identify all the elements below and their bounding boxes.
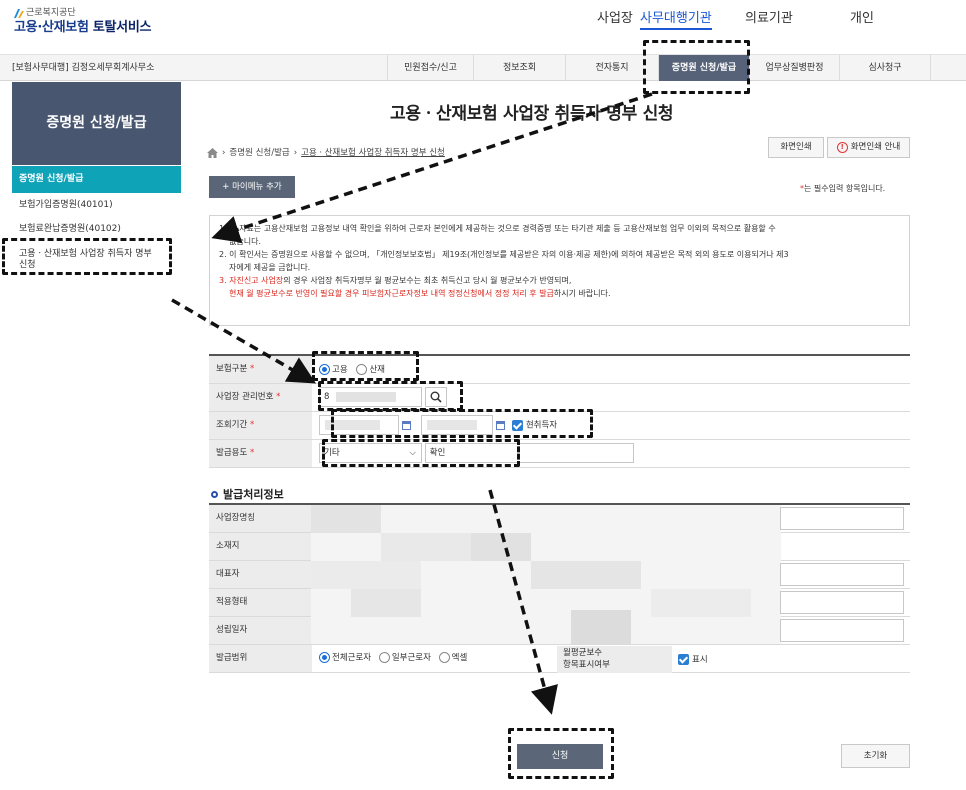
notice-line-2: 2. 이 확인서는 증명원으로 사용할 수 없으며, 「개인정보보호법」 제19… <box>219 250 789 259</box>
breadcrumb-sep-icon: › <box>222 148 226 158</box>
reset-button[interactable]: 초기화 <box>841 744 910 768</box>
gnb-item-disease[interactable]: 업무상질병판정 <box>749 55 839 81</box>
issue-label-scope: 발급범위 <box>209 644 312 673</box>
issue-label-rep: 대표자 <box>209 560 312 589</box>
insurance-type-label: 보험구분 * <box>209 355 312 384</box>
issue-label-address: 소재지 <box>209 532 312 561</box>
radio-scope-all[interactable] <box>319 652 330 664</box>
highlight-apply <box>508 728 614 779</box>
breadcrumb-sep-icon: › <box>293 148 298 158</box>
breadcrumb: › 증명원 신청/발급 › 고용ㆍ산재보험 사업장 취득자 명부 신청 <box>207 148 445 159</box>
notice-line-4-red: 현재 월 평균보수로 반영이 필요할 경우 피보험자근로자정보 내역 정정신청에… <box>229 289 554 298</box>
breadcrumb-item[interactable]: 증명원 신청/발급 <box>229 148 289 158</box>
issue-input-type[interactable] <box>780 591 904 614</box>
service-name-a: 고용·산재보험 <box>14 19 89 35</box>
avg-pay-checkbox[interactable] <box>678 654 689 665</box>
alert-icon: ! <box>836 142 848 153</box>
notice-line-1b: 없습니다. <box>229 237 261 246</box>
issue-input-date[interactable] <box>780 619 904 642</box>
sidebar-item-payment-cert[interactable]: 보험료완납증명원(40102) <box>12 224 181 235</box>
required-note: *는 필수입력 항목입니다. <box>800 184 885 194</box>
notice-line-3-rest: 의 경우 사업장 취득자명부 월 평균보수는 최초 취득신고 당시 월 평균보수… <box>283 276 572 285</box>
issue-input-rep[interactable] <box>780 563 904 586</box>
bullet-icon <box>211 491 218 499</box>
issue-label-name: 사업장명칭 <box>209 504 312 533</box>
breadcrumb-current: 고용ㆍ산재보험 사업장 취득자 명부 신청 <box>301 148 445 158</box>
issue-label-date: 성립일자 <box>209 616 312 645</box>
highlight-purpose <box>322 439 520 467</box>
sidebar-title: 증명원 신청/발급 <box>12 82 181 165</box>
notice-line-1: 1. 본 자료는 고용산재보험 고용정보 내역 확인을 위하여 근로자 본인에게… <box>219 224 776 233</box>
highlight-gnb-certificate <box>643 40 750 94</box>
radio-scope-all-label: 전체근로자 <box>332 653 372 664</box>
office-name: [보험사무대행] 김정오세무회계사무소 <box>12 63 155 73</box>
period-label: 조회기간 * <box>209 411 312 440</box>
radio-scope-excel[interactable] <box>438 652 450 664</box>
required-note-text: 는 필수입력 항목입니다. <box>804 184 886 193</box>
site-logo[interactable]: 근로복지공단 고용·산재보험 토탈서비스 <box>14 8 151 35</box>
highlight-insurance-type <box>312 351 419 381</box>
global-menu-bar: [보험사무대행] 김정오세무회계사무소 민원접수/신고 정보조회 전자통지 증명… <box>0 54 966 81</box>
top-nav-personal[interactable]: 개인 <box>850 11 874 27</box>
radio-scope-partial[interactable] <box>378 652 390 664</box>
print-button[interactable]: 화면인쇄 <box>768 137 824 158</box>
avg-pay-display: 표시 <box>678 654 708 665</box>
add-my-menu-button[interactable]: + 마이메뉴 추가 <box>209 176 295 198</box>
page-title: 고용ㆍ산재보험 사업장 취득자 명부 신청 <box>390 104 674 124</box>
top-nav-business[interactable]: 사업장 <box>597 11 633 27</box>
notice-line-2b: 자에게 제공을 금합니다. <box>229 263 311 272</box>
home-icon[interactable] <box>207 148 218 159</box>
notice-line-3-num: 3. <box>219 276 227 285</box>
issue-info-title: 발급처리정보 <box>211 488 284 501</box>
top-nav-medical[interactable]: 의료기관 <box>745 11 793 27</box>
agency-name: 근로복지공단 <box>26 8 76 18</box>
agency-logo-icon <box>14 8 24 18</box>
highlight-sidebar-acquirer <box>2 238 172 275</box>
highlight-biz-no <box>318 381 463 411</box>
biz-no-label: 사업장 관리번호 * <box>209 383 312 412</box>
print-guide-label: 화면인쇄 안내 <box>850 142 901 153</box>
service-name-b: 토탈서비스 <box>92 19 152 35</box>
gnb-item-info[interactable]: 정보조회 <box>473 55 565 81</box>
top-nav-agency[interactable]: 사무대행기관 <box>640 11 712 30</box>
gnb-item-complaint[interactable]: 민원접수/신고 <box>387 55 473 81</box>
sidebar-item-current[interactable]: 증명원 신청/발급 <box>12 166 181 193</box>
notice-line-3-red: 자진신고 사업장 <box>229 276 284 285</box>
notice-box: 1. 본 자료는 고용산재보험 고용정보 내역 확인을 위하여 근로자 본인에게… <box>209 215 910 326</box>
gnb-item-review[interactable]: 심사청구 <box>839 55 931 81</box>
highlight-period <box>331 409 593 438</box>
print-guide-button[interactable]: ! 화면인쇄 안내 <box>827 137 910 158</box>
radio-scope-excel-label: 엑셀 <box>451 653 468 664</box>
sidebar-item-insurance-cert[interactable]: 보험가입증명원(40101) <box>12 200 181 211</box>
purpose-label: 발급용도 * <box>209 439 312 468</box>
issue-label-type: 적용형태 <box>209 588 312 617</box>
issue-input-name[interactable] <box>780 507 904 530</box>
notice-line-4-rest: 하시기 바랍니다. <box>553 289 611 298</box>
avg-pay-label: 월평균보수 항목표시여부 <box>557 646 672 673</box>
radio-scope-partial-label: 일부근로자 <box>391 653 431 664</box>
